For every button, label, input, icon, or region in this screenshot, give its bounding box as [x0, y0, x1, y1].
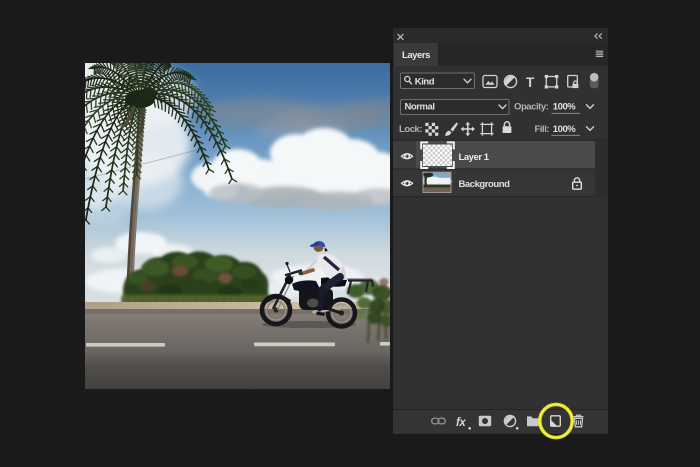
svg-text:100%: 100% — [553, 101, 577, 112]
svg-text:fx: fx — [456, 415, 466, 429]
svg-text:Layer 1: Layer 1 — [459, 152, 490, 163]
svg-text:Lock:: Lock: — [399, 124, 422, 135]
svg-text:Normal: Normal — [405, 101, 435, 112]
svg-text:Opacity:: Opacity: — [514, 101, 549, 112]
svg-text:Kind: Kind — [415, 76, 435, 87]
svg-text:Background: Background — [459, 179, 511, 190]
svg-text:Layers: Layers — [402, 50, 430, 61]
svg-text:100%: 100% — [553, 124, 577, 135]
svg-text:Fill:: Fill: — [535, 124, 550, 135]
svg-text:T: T — [526, 75, 535, 90]
